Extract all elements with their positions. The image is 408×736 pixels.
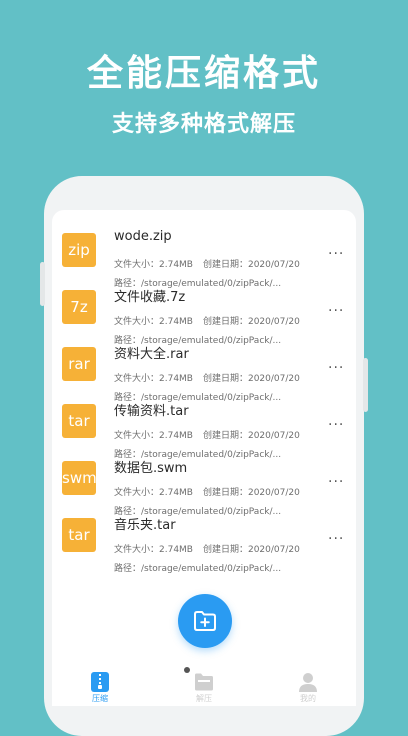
tab-label: 我的 [300, 694, 316, 703]
file-meta: 文件大小：2.74MB 创建日期：2020/07/20 [114, 257, 300, 270]
file-size: 文件大小：2.74MB [114, 317, 193, 327]
file-size: 文件大小：2.74MB [114, 431, 193, 441]
file-row[interactable]: tar 传输资料.tar 文件大小：2.74MB 创建日期：2020/07/20 … [52, 400, 356, 460]
more-menu-icon[interactable]: ··· [328, 532, 344, 546]
file-row[interactable]: swm 数据包.swm 文件大小：2.74MB 创建日期：2020/07/20 路… [52, 457, 356, 517]
file-name: 传输资料.tar [114, 404, 189, 419]
more-menu-icon[interactable]: ··· [328, 304, 344, 318]
more-menu-icon[interactable]: ··· [328, 475, 344, 489]
file-date: 创建日期：2020/07/20 [202, 488, 300, 498]
file-row[interactable]: tar 音乐夹.tar 文件大小：2.74MB 创建日期：2020/07/20 路… [52, 514, 356, 574]
file-row[interactable]: zip wode.zip 文件大小：2.74MB 创建日期：2020/07/20 … [52, 229, 356, 289]
file-size: 文件大小：2.74MB [114, 260, 193, 270]
tab-mine[interactable]: 我的 [278, 672, 338, 704]
file-name: 资料大全.rar [114, 347, 189, 362]
file-row[interactable]: 7z 文件收藏.7z 文件大小：2.74MB 创建日期：2020/07/20 路径… [52, 286, 356, 346]
file-meta: 文件大小：2.74MB 创建日期：2020/07/20 [114, 542, 300, 555]
file-type-badge: swm [62, 461, 97, 495]
more-menu-icon[interactable]: ··· [328, 361, 344, 375]
file-meta: 文件大小：2.74MB 创建日期：2020/07/20 [114, 428, 300, 441]
file-size: 文件大小：2.74MB [114, 545, 193, 555]
file-name: 数据包.swm [114, 461, 188, 476]
file-date: 创建日期：2020/07/20 [202, 431, 300, 441]
more-menu-icon[interactable]: ··· [328, 418, 344, 432]
tab-label: 解压 [196, 694, 212, 703]
folder-icon [195, 673, 213, 691]
promo-headline: 全能压缩格式 [86, 53, 321, 94]
file-date: 创建日期：2020/07/20 [202, 374, 300, 384]
file-size: 文件大小：2.74MB [114, 374, 193, 384]
phone-power-button [363, 358, 368, 412]
file-name: 文件收藏.7z [114, 290, 186, 305]
tab-extract[interactable]: 解压 [174, 672, 234, 704]
file-date: 创建日期：2020/07/20 [202, 260, 300, 270]
file-size: 文件大小：2.74MB [114, 488, 193, 498]
file-type-badge: tar [62, 404, 96, 438]
add-folder-button[interactable] [178, 594, 232, 648]
promo-subline: 支持多种格式解压 [111, 112, 296, 137]
tab-compress[interactable]: 压缩 [70, 672, 130, 704]
app-screen: zip wode.zip 文件大小：2.74MB 创建日期：2020/07/20 … [52, 210, 356, 706]
file-date: 创建日期：2020/07/20 [202, 545, 300, 555]
file-meta: 文件大小：2.74MB 创建日期：2020/07/20 [114, 485, 300, 498]
file-type-badge: rar [62, 347, 96, 381]
file-date: 创建日期：2020/07/20 [202, 317, 300, 327]
file-type-badge: tar [62, 518, 96, 552]
file-type-badge: 7z [62, 290, 96, 324]
file-path: 路径：/storage/emulated/0/zipPack/... [114, 564, 282, 574]
tab-label: 压缩 [92, 694, 108, 703]
file-name: 音乐夹.tar [114, 518, 176, 533]
more-menu-icon[interactable]: ··· [328, 247, 344, 261]
phone-volume-button [40, 262, 45, 306]
file-type-badge: zip [62, 233, 96, 267]
zip-file-icon [91, 672, 109, 692]
file-name: wode.zip [114, 229, 172, 244]
add-folder-icon [194, 611, 216, 631]
file-row[interactable]: rar 资料大全.rar 文件大小：2.74MB 创建日期：2020/07/20 … [52, 343, 356, 403]
file-meta: 文件大小：2.74MB 创建日期：2020/07/20 [114, 371, 300, 384]
user-icon [299, 673, 317, 692]
file-meta: 文件大小：2.74MB 创建日期：2020/07/20 [114, 314, 300, 327]
